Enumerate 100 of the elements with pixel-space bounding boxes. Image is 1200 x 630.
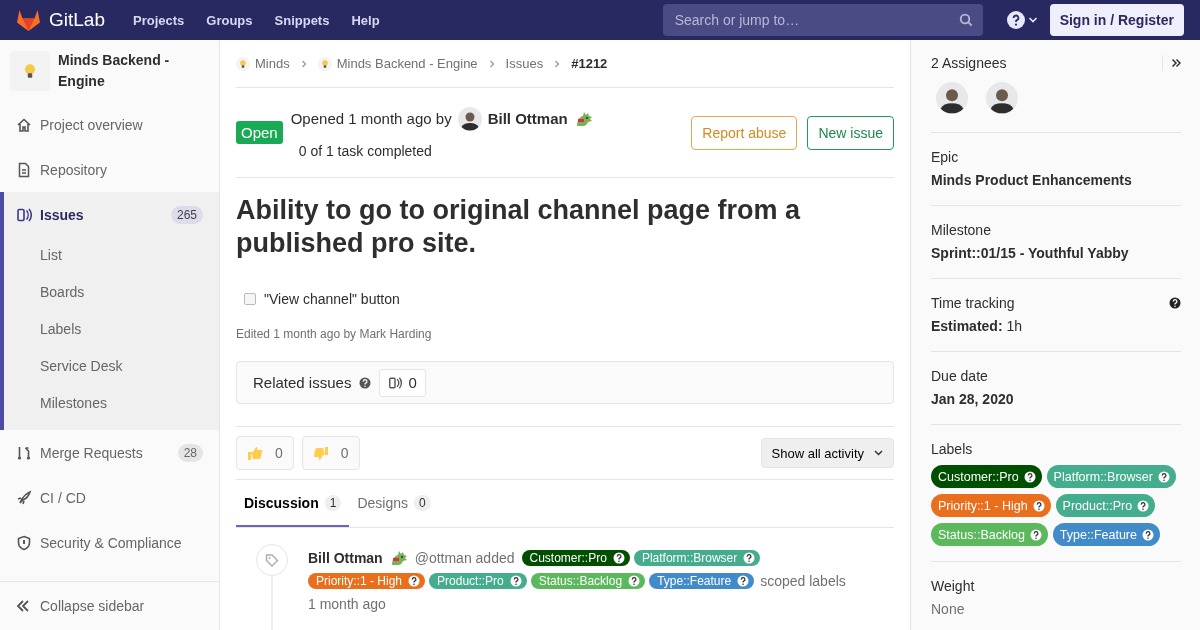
scoped-label[interactable]: Customer::Pro	[521, 550, 630, 566]
avatar-icon	[986, 82, 1018, 114]
help-icon	[743, 552, 756, 564]
sidebar-subitem[interactable]: Service Desk	[4, 348, 219, 385]
sidebar-item[interactable]: Project overview	[0, 102, 219, 147]
author-link[interactable]: Bill Ottman	[487, 110, 568, 127]
merge-request-icon	[16, 444, 32, 461]
activity-filter-dropdown[interactable]: Show all activity	[760, 438, 894, 468]
issues-icon	[16, 206, 32, 223]
sidebar-item[interactable]: Repository	[0, 147, 219, 192]
scoped-label[interactable]: Platform::Browser	[1046, 465, 1176, 488]
nav-link[interactable]: Groups	[195, 12, 264, 28]
section-title: Weight	[931, 577, 975, 596]
count-badge: 1	[324, 494, 342, 511]
related-issues-count[interactable]: 0	[379, 368, 426, 397]
document-icon	[16, 161, 32, 178]
help-icon	[612, 552, 625, 564]
avatar-icon	[457, 106, 482, 131]
sidebar-subitem[interactable]: Labels	[4, 311, 219, 348]
report-abuse-button[interactable]: Report abuse	[691, 115, 798, 150]
count-badge: 0	[414, 494, 431, 511]
nav-link[interactable]: Help	[340, 12, 391, 28]
sidebar-subitem[interactable]: Boards	[4, 274, 219, 311]
note-suffix-text: scoped labels	[760, 572, 846, 591]
tab[interactable]: Designs 0	[349, 480, 439, 527]
scoped-label[interactable]: Product::Pro	[429, 573, 527, 589]
chevron-right-icon	[487, 58, 496, 69]
help-icon	[359, 376, 372, 389]
section-title: Time tracking	[931, 294, 1015, 313]
section-value: Sprint::01/15 - Youthful Yabby	[931, 244, 1130, 263]
thumbs-down-button[interactable]: 0	[301, 436, 360, 470]
related-issues-title: Related issues	[253, 374, 352, 391]
project-name: Minds Backend - Engine	[58, 51, 171, 91]
author-link[interactable]: Bill Ottman	[308, 548, 383, 568]
rocket-icon	[16, 489, 32, 506]
help-icon	[1032, 499, 1045, 512]
scoped-label[interactable]: Product::Pro	[1055, 494, 1156, 517]
thumbs-down-icon	[312, 444, 329, 462]
estimate-label: Estimated:	[931, 318, 1003, 334]
scoped-label[interactable]: Type::Feature	[1052, 523, 1160, 546]
chevron-right-icon	[553, 58, 562, 69]
assignees-title: 2 Assignees	[931, 55, 1007, 71]
sidebar-item[interactable]: CI / CD	[0, 475, 219, 520]
section-title: Epic	[931, 148, 959, 167]
scoped-label[interactable]: Type::Feature	[649, 573, 755, 589]
section-value: None	[931, 600, 966, 619]
question-mark-icon	[1006, 11, 1025, 29]
search-icon	[958, 13, 973, 27]
breadcrumb-link[interactable]: Minds	[236, 56, 290, 71]
scoped-label[interactable]: Customer::Pro	[931, 465, 1042, 488]
sidebar-item[interactable]: Security & Compliance	[0, 520, 219, 565]
nav-link[interactable]: Snippets	[263, 12, 341, 28]
status-badge: Open	[236, 121, 283, 144]
sign-in-button[interactable]: Sign in / Register	[1049, 4, 1184, 36]
gitlab-logo-text: GitLab	[49, 9, 105, 31]
help-icon	[1023, 470, 1036, 483]
thumbs-up-icon	[247, 444, 263, 462]
help-icon	[1142, 528, 1154, 541]
section-title: Due date	[931, 367, 988, 386]
shield-icon	[16, 534, 32, 551]
search-field[interactable]: Search or jump to…	[662, 4, 983, 36]
help-icon	[1157, 470, 1170, 483]
help-menu[interactable]	[1006, 11, 1038, 29]
collapse-sidebar-button[interactable]: Collapse sidebar	[0, 581, 219, 630]
section-title: Milestone	[931, 221, 991, 240]
fox-logo-icon	[16, 8, 41, 32]
tag-icon	[265, 553, 279, 567]
breadcrumb-link[interactable]: #1212	[571, 56, 608, 71]
sidebar-subitem[interactable]: Milestones	[4, 385, 219, 422]
section-title: Labels	[931, 440, 973, 459]
scoped-label[interactable]: Priority::1 - High	[308, 573, 426, 589]
scoped-label[interactable]: Priority::1 - High	[931, 494, 1051, 517]
note-time: 1 month ago	[308, 595, 387, 614]
breadcrumb-link[interactable]: Issues	[505, 56, 544, 71]
section-value: Jan 28, 2020	[931, 390, 1015, 409]
search-input[interactable]: Search or jump to…	[672, 11, 959, 29]
chevron-right-icon	[299, 58, 308, 69]
double-chevron-left-icon	[16, 599, 30, 613]
nav-link[interactable]: Projects	[133, 12, 196, 28]
count-badge: 28	[177, 443, 203, 462]
edited-text: Edited 1 month ago by Mark Harding	[236, 327, 433, 341]
help-icon	[1029, 528, 1042, 541]
caret-icon	[1027, 16, 1038, 24]
section-value: Minds Product Enhancements	[931, 171, 1133, 190]
sidebar-subitem[interactable]: List	[4, 237, 219, 274]
thumbs-up-button[interactable]: 0	[236, 436, 294, 470]
sidebar-item[interactable]: Issues 265	[4, 192, 219, 237]
new-issue-button[interactable]: New issue	[807, 115, 894, 150]
breadcrumb-link[interactable]: Minds Backend - Engine	[317, 56, 478, 71]
estimate-value: 1h	[1005, 318, 1023, 334]
help-icon	[1169, 297, 1181, 309]
checkbox[interactable]	[244, 293, 256, 305]
sidebar-item[interactable]: Merge Requests 28	[0, 430, 219, 475]
issues-icon	[388, 375, 403, 390]
double-chevron-right-icon	[1171, 58, 1181, 68]
help-icon	[1137, 499, 1150, 512]
scoped-label[interactable]: Platform::Browser	[633, 550, 761, 566]
tab[interactable]: Discussion 1	[236, 480, 350, 527]
avatar-icon	[936, 82, 968, 114]
help-icon	[408, 575, 421, 587]
